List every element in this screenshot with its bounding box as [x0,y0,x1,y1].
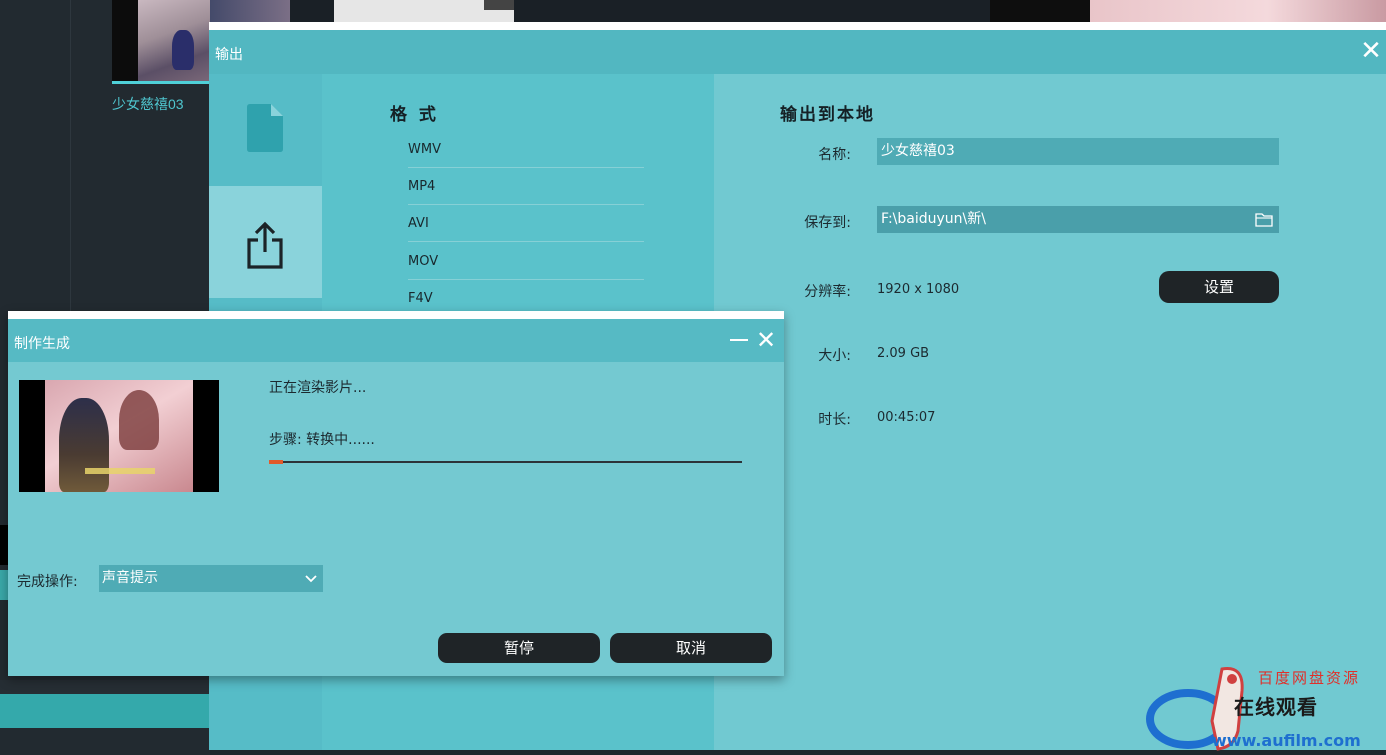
watermark-line1: 百度网盘资源 [1258,669,1361,687]
output-settings-panel: 输出到本地 名称: 少女慈禧03 保存到: F:\baiduyun\新\ 分辨率… [714,74,1386,750]
duration-label: 时长: [818,412,851,428]
chevron-down-icon [305,575,317,583]
panel-divider [70,0,71,320]
format-item-avi[interactable]: AVI [408,205,644,242]
render-progress-fill [269,460,283,464]
format-item-mov[interactable]: MOV [408,243,644,280]
share-export-icon [247,221,283,269]
watermark-url: www.aufilm.com [1212,731,1361,750]
duration-value: 00:45:07 [877,410,936,425]
size-value: 2.09 GB [877,346,930,361]
timeline-strip [0,680,210,694]
timeline-track-edge-teal [0,570,8,600]
cancel-button[interactable]: 取消 [610,633,772,663]
completion-action-label: 完成操作: [17,574,78,590]
timeline-track-edge [0,525,8,565]
folder-icon[interactable] [1255,211,1273,227]
save-to-label: 保存到: [804,215,851,231]
format-item-mp4[interactable]: MP4 [408,168,644,205]
export-title-bar: 输出 ✕ [209,30,1386,74]
clip-label: 少女慈禧03 [112,96,184,112]
render-progress-dialog: 制作生成 ✕ 正在渲染影片... 步骤: 转换中...... 完成操作: 声音提… [8,311,784,676]
clip-thumbnail[interactable] [112,0,210,84]
resolution-value: 1920 x 1080 [877,282,960,297]
render-progress-bar [269,460,742,464]
format-item-wmv[interactable]: WMV [408,131,644,168]
formats-heading: 格 式 [390,105,439,125]
tab-share[interactable] [209,186,322,298]
name-label: 名称: [818,147,851,163]
export-title: 输出 [215,47,243,63]
media-strip [210,0,1386,24]
resolution-settings-button[interactable]: 设置 [1159,271,1279,303]
progress-close-icon[interactable]: ✕ [754,325,778,355]
export-close-icon[interactable]: ✕ [1358,36,1384,66]
watermark-line2: 在线观看 [1234,695,1318,719]
progress-title: 制作生成 [14,336,70,352]
completion-action-value: 声音提示 [102,570,158,586]
render-step-text: 步骤: 转换中...... [269,432,375,448]
save-path-value: F:\baiduyun\新\ [881,211,986,227]
pause-button[interactable]: 暂停 [438,633,600,663]
render-preview-thumbnail [19,380,219,492]
minimize-icon[interactable] [730,339,748,341]
tab-local-file[interactable] [209,74,340,186]
size-label: 大小: [818,348,851,364]
watermark: 百度网盘资源 在线观看 www.aufilm.com [1146,655,1386,755]
name-input[interactable]: 少女慈禧03 [877,138,1279,165]
file-icon [247,104,283,152]
save-path-input[interactable]: F:\baiduyun\新\ [877,206,1279,233]
resolution-label: 分辨率: [804,284,851,300]
completion-action-select[interactable]: 声音提示 [99,565,323,592]
progress-title-bar: 制作生成 ✕ [8,319,784,362]
timeline-audio-track [0,694,210,728]
render-status-text: 正在渲染影片... [269,380,367,396]
settings-heading: 输出到本地 [780,105,875,125]
